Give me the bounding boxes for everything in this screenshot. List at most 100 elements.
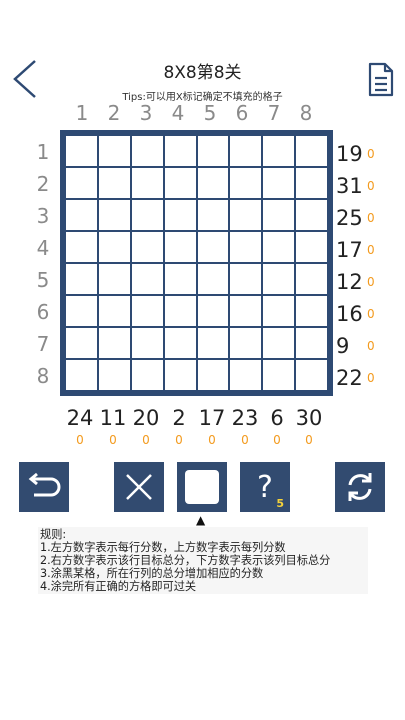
column-current-score: 0: [273, 433, 281, 447]
grid-cell[interactable]: [131, 296, 163, 326]
row-target-total: 9: [336, 334, 350, 358]
row-weight: 8: [36, 364, 50, 388]
grid-cell[interactable]: [230, 264, 262, 294]
row-weight: 7: [36, 332, 50, 356]
selected-tool-marker: ▲: [196, 513, 206, 527]
grid-cell[interactable]: [131, 328, 163, 358]
grid-cell[interactable]: [164, 168, 196, 198]
row-target-total: 19: [336, 142, 363, 166]
grid-cell[interactable]: [66, 328, 97, 358]
grid-cell[interactable]: [197, 264, 229, 294]
grid-cell[interactable]: [230, 328, 262, 358]
grid-cell[interactable]: [197, 296, 229, 326]
grid-cell[interactable]: [296, 168, 327, 198]
grid-cell[interactable]: [296, 136, 327, 166]
grid-cell[interactable]: [66, 200, 97, 230]
fill-square-icon: [185, 470, 219, 504]
grid-cell[interactable]: [66, 296, 97, 326]
grid-cell[interactable]: [197, 200, 229, 230]
rules-document-button[interactable]: [367, 62, 395, 98]
column-weight: 3: [139, 101, 153, 125]
grid-cell[interactable]: [66, 136, 97, 166]
row-target-total: 25: [336, 206, 363, 230]
undo-button[interactable]: [19, 462, 69, 512]
grid-cell[interactable]: [197, 136, 229, 166]
hint-count-badge: 5: [276, 497, 284, 510]
grid-cell[interactable]: [66, 168, 97, 198]
grid-cell[interactable]: [230, 168, 262, 198]
row-target-total: 31: [336, 174, 363, 198]
grid-cell[interactable]: [98, 232, 130, 262]
grid-cell[interactable]: [230, 232, 262, 262]
grid-cell[interactable]: [296, 264, 327, 294]
grid-cell[interactable]: [98, 360, 130, 390]
grid-cell[interactable]: [296, 200, 327, 230]
grid-cell[interactable]: [197, 168, 229, 198]
grid-cell[interactable]: [263, 296, 295, 326]
grid-cell[interactable]: [131, 200, 163, 230]
grid-cell[interactable]: [230, 360, 262, 390]
column-current-score: 0: [76, 433, 84, 447]
grid-cell[interactable]: [296, 360, 327, 390]
grid-cell[interactable]: [131, 360, 163, 390]
grid-cell[interactable]: [131, 264, 163, 294]
grid-cell[interactable]: [164, 200, 196, 230]
grid-cell[interactable]: [98, 296, 130, 326]
grid-cell[interactable]: [164, 264, 196, 294]
refresh-icon: [348, 473, 372, 501]
grid-cell[interactable]: [263, 328, 295, 358]
rule-line: 3.涂黑某格，所在行列的总分增加相应的分数: [40, 567, 264, 580]
grid-cell[interactable]: [296, 232, 327, 262]
grid-cell[interactable]: [263, 264, 295, 294]
column-target-total: 23: [231, 406, 259, 430]
mark-x-button[interactable]: [114, 462, 164, 512]
grid-cell[interactable]: [197, 360, 229, 390]
restart-button[interactable]: [335, 462, 385, 512]
grid-cell[interactable]: [197, 328, 229, 358]
column-target-total: 2: [172, 406, 186, 430]
grid-cell[interactable]: [164, 360, 196, 390]
column-target-total: 6: [270, 406, 284, 430]
grid-cell[interactable]: [263, 200, 295, 230]
grid-cell[interactable]: [164, 296, 196, 326]
rule-line: 4.涂完所有正确的方格即可过关: [40, 580, 197, 593]
grid-cell[interactable]: [296, 296, 327, 326]
grid-cell[interactable]: [164, 328, 196, 358]
grid-cell[interactable]: [98, 136, 130, 166]
grid-cell[interactable]: [230, 296, 262, 326]
column-target-total: 11: [99, 406, 127, 430]
grid-cell[interactable]: [131, 136, 163, 166]
row-target-total: 22: [336, 366, 363, 390]
grid-cell[interactable]: [263, 360, 295, 390]
row-current-score: 0: [367, 243, 375, 257]
puzzle-board: [60, 130, 333, 396]
grid-cell[interactable]: [164, 232, 196, 262]
undo-icon: [28, 472, 61, 497]
row-current-score: 0: [367, 371, 375, 385]
grid-cell[interactable]: [98, 264, 130, 294]
hint-button[interactable]: ? 5: [240, 462, 290, 512]
grid-cell[interactable]: [296, 328, 327, 358]
grid-cell[interactable]: [263, 168, 295, 198]
grid-cell[interactable]: [263, 136, 295, 166]
grid-cell[interactable]: [131, 168, 163, 198]
fill-mode-button[interactable]: [177, 462, 227, 512]
rule-line: 1.左方数字表示每行分数，上方数字表示每列分数: [40, 541, 286, 554]
grid-cell[interactable]: [98, 200, 130, 230]
grid-cell[interactable]: [98, 168, 130, 198]
grid-cell[interactable]: [230, 200, 262, 230]
grid-cell[interactable]: [66, 232, 97, 262]
grid-cell[interactable]: [230, 136, 262, 166]
grid-cell[interactable]: [98, 328, 130, 358]
grid-cell[interactable]: [131, 232, 163, 262]
column-weight: 6: [235, 101, 249, 125]
column-target-total: 20: [132, 406, 160, 430]
column-weight: 5: [203, 101, 217, 125]
grid-cell[interactable]: [263, 232, 295, 262]
grid-cell[interactable]: [66, 360, 97, 390]
grid-cell[interactable]: [164, 136, 196, 166]
grid-cell[interactable]: [66, 264, 97, 294]
puzzle-grid: [66, 136, 327, 390]
grid-cell[interactable]: [197, 232, 229, 262]
row-current-score: 0: [367, 211, 375, 225]
